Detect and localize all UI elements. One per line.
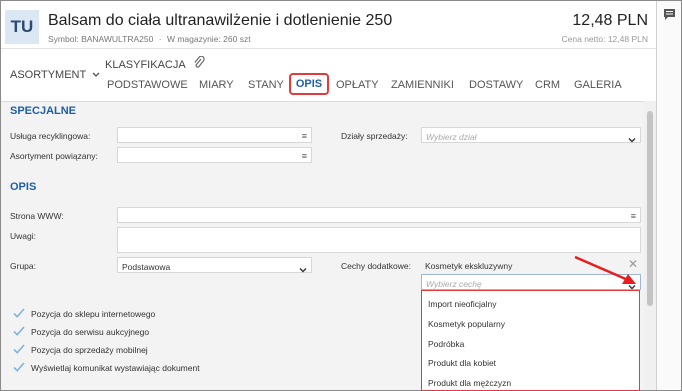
tab-dostawy[interactable]: DOSTAWY (469, 79, 523, 91)
group-label: Grupa: (10, 261, 36, 271)
features-label: Cechy dodatkowe: (341, 261, 411, 271)
features-placeholder: Wybierz cechę (426, 279, 482, 289)
tab-stany[interactable]: STANY (248, 79, 284, 91)
tab-opis[interactable]: OPIS (289, 73, 329, 95)
checkbox-label: Wyświetlaj komunikat wystawiając dokumen… (31, 363, 200, 373)
sales-dept-placeholder: Wybierz dział (426, 132, 477, 142)
checkbox-label: Pozycja do sklepu internetowego (31, 309, 156, 319)
meta-separator: · (158, 34, 162, 44)
www-field[interactable]: ≡ (117, 207, 641, 223)
notes-textarea[interactable] (117, 227, 641, 253)
right-sidebar (656, 1, 681, 390)
product-stock: W magazynie: 260 szt (166, 34, 251, 44)
recycling-field[interactable]: ≡ (117, 127, 312, 143)
tab-miary[interactable]: MIARY (199, 79, 234, 91)
tabs-bar: ASORTYMENT KLASYFIKACJA PODSTAWOWE MIARY… (1, 49, 656, 101)
sales-dept-select[interactable]: Wybierz dział (421, 127, 641, 143)
list-icon[interactable]: ≡ (631, 211, 636, 221)
group-value: Podstawowa (122, 262, 171, 272)
product-title: Balsam do ciała ultranawilżenie i dotlen… (48, 12, 393, 29)
checkmark-icon[interactable] (12, 306, 26, 320)
asortyment-label: ASORTYMENT (10, 69, 86, 81)
annotation-arrow-icon (574, 255, 636, 284)
notes-label: Uwagi: (10, 231, 36, 241)
product-price: 12,48 PLN (572, 12, 648, 29)
recycling-label: Usługa recyklingowa: (10, 131, 91, 141)
list-icon[interactable]: ≡ (302, 151, 307, 161)
product-meta: Symbol: BANAWULTRA250 · W magazynie: 260… (48, 34, 251, 44)
product-avatar: TU (5, 10, 39, 44)
dropdown-option[interactable]: Produkt dla mężczyzn (428, 378, 511, 388)
sales-dept-label: Działy sprzedaży: (341, 131, 408, 141)
checkmark-icon[interactable] (12, 360, 26, 374)
dropdown-option[interactable]: Podróbka (428, 339, 464, 349)
tab-zamienniki[interactable]: ZAMIENNIKI (391, 79, 454, 91)
product-symbol: Symbol: BANAWULTRA250 (48, 34, 154, 44)
related-assortment-field[interactable]: ≡ (117, 147, 312, 163)
tab-podstawowe[interactable]: PODSTAWOWE (107, 79, 188, 91)
product-header: TU Balsam do ciała ultranawilżenie i dot… (1, 1, 656, 49)
asortyment-menu[interactable]: ASORTYMENT (10, 69, 100, 81)
product-net-price: Cena netto: 12,48 PLN (561, 34, 648, 44)
chevron-down-icon (92, 69, 100, 81)
dropdown-option[interactable]: Produkt dla kobiet (428, 358, 496, 368)
chevron-down-icon (299, 261, 307, 279)
checkmark-icon[interactable] (12, 342, 26, 356)
tab-crm[interactable]: CRM (535, 79, 560, 91)
chevron-down-icon (628, 131, 636, 149)
section-opis-heading: OPIS (10, 181, 37, 193)
tab-galeria[interactable]: GALERIA (574, 79, 622, 91)
section-specjalne-heading: SPECJALNE (10, 105, 77, 117)
checkbox-label: Pozycja do serwisu aukcyjnego (31, 327, 150, 337)
group-select[interactable]: Podstawowa (117, 257, 312, 273)
checkbox-label: Pozycja do sprzedaży mobilnej (31, 345, 148, 355)
tab-oplaty[interactable]: OPŁATY (336, 79, 379, 91)
www-label: Strona WWW: (10, 211, 64, 221)
klasyfikacja-link[interactable]: KLASYFIKACJA (105, 59, 186, 71)
comment-icon[interactable] (663, 8, 676, 26)
dropdown-option[interactable]: Kosmetyk popularny (428, 319, 505, 329)
features-selected-tag[interactable]: Kosmetyk ekskluzywny (425, 261, 512, 271)
dropdown-option[interactable]: Import nieoficjalny (428, 299, 497, 309)
related-assortment-label: Asortyment powiązany: (10, 151, 98, 161)
paperclip-icon[interactable] (193, 55, 205, 75)
scrollbar-thumb[interactable] (647, 111, 653, 306)
features-dropdown-list: Import nieoficjalny Kosmetyk popularny P… (421, 290, 640, 391)
checkmark-icon[interactable] (12, 324, 26, 338)
list-icon[interactable]: ≡ (302, 131, 307, 141)
scrollbar[interactable] (644, 101, 656, 390)
